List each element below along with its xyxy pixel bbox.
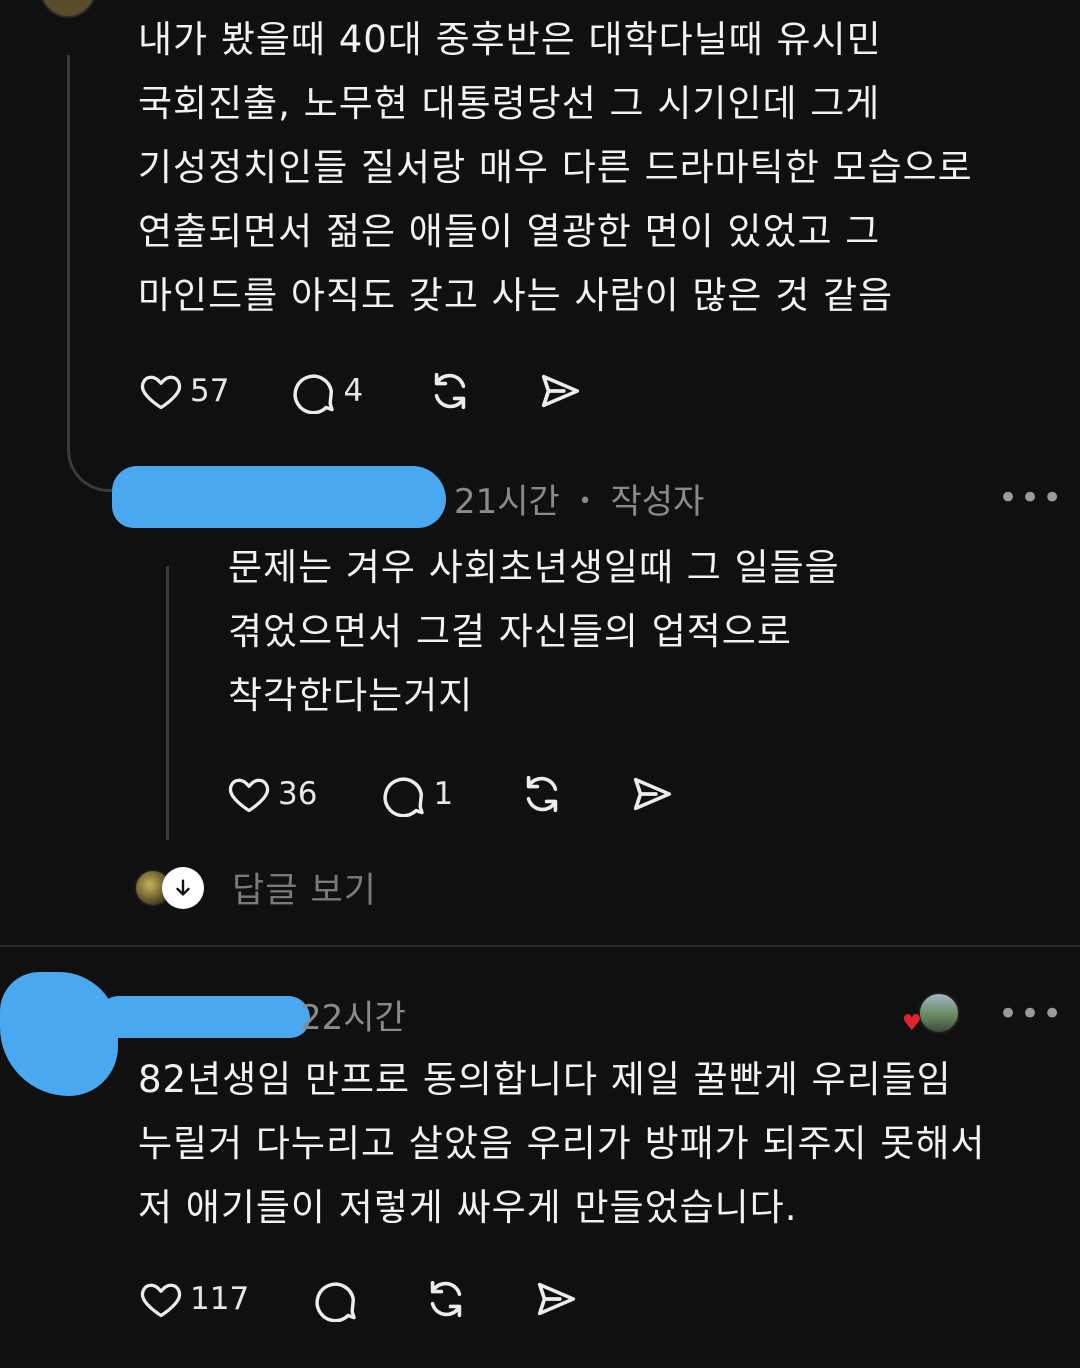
like-button[interactable]: 117 [138, 1277, 249, 1321]
comment-icon [293, 374, 335, 414]
share-button[interactable] [533, 1276, 579, 1322]
view-replies-label: 답글 보기 [232, 871, 377, 911]
post-line: 저 애기들이 저렇게 싸우게 만들었습니다. [138, 1186, 798, 1229]
share-button[interactable] [537, 368, 583, 414]
repost-button[interactable] [423, 1276, 469, 1322]
heart-icon [140, 1283, 182, 1318]
like-count: 117 [190, 1281, 250, 1317]
redacted-username [112, 466, 446, 528]
author-tag: 작성자 [610, 482, 705, 522]
like-count: 36 [278, 776, 318, 812]
repost-button[interactable] [519, 771, 565, 817]
comment-icon [383, 777, 425, 817]
post-line: 연출되면서 젊은 애들이 열광한 면이 있었고 그 [138, 210, 881, 253]
post-body: 82년생임 만프로 동의합니다 제일 꿀빤게 우리들임 누릴거 다누리고 살았음… [138, 1048, 985, 1240]
post-actions: 117 [138, 1276, 579, 1322]
reply-line: 겪었으면서 그걸 자신들의 업적으로 [228, 610, 792, 653]
comment-icon [315, 1282, 356, 1322]
reply-line: 문제는 겨우 사회초년생일때 그 일들을 [228, 546, 840, 589]
share-button[interactable] [629, 771, 675, 817]
heart-icon [228, 778, 270, 813]
reply-line: 착각한다는거지 [228, 674, 474, 717]
reply-button[interactable] [313, 1276, 359, 1322]
share-icon [538, 1282, 576, 1316]
repost-icon [430, 1280, 462, 1318]
timestamp: 21시간 [454, 482, 560, 522]
reply-button[interactable]: 1 [381, 771, 453, 817]
post-line: 내가 봤을때 40대 중후반은 대학다닐때 유시민 [138, 18, 882, 61]
more-options-button[interactable]: ••• [998, 481, 1064, 515]
redacted-username [100, 996, 310, 1038]
share-icon [542, 374, 580, 408]
post-body: 내가 봤을때 40대 중후반은 대학다닐때 유시민 국회진출, 노무현 대통령당… [138, 8, 973, 328]
reply-count: 1 [433, 776, 454, 812]
redacted-avatar [0, 972, 118, 1096]
thread-line [67, 55, 70, 445]
arrow-down-icon [162, 866, 204, 909]
like-button[interactable]: 36 [226, 772, 317, 816]
separator-dot: • [578, 489, 592, 514]
liked-by-author-avatar [918, 992, 960, 1034]
reply-meta: 21시간 • 작성자 [454, 474, 704, 523]
repost-icon [526, 775, 558, 813]
avatar[interactable] [40, 0, 96, 18]
view-replies-button[interactable]: 답글 보기 [134, 862, 377, 913]
post-line: 국회진출, 노무현 대통령당선 그 시기인데 그게 [138, 82, 881, 125]
post-actions: 57 4 [138, 368, 583, 414]
like-button[interactable]: 57 [138, 369, 229, 413]
more-options-button[interactable]: ••• [998, 997, 1064, 1031]
reply-count: 4 [343, 373, 364, 409]
heart-icon: ♥ [902, 1011, 922, 1036]
thread-line [166, 566, 169, 840]
post-line: 누릴거 다누리고 살았음 우리가 방패가 되주지 못해서 [138, 1122, 986, 1165]
reply-button[interactable]: 4 [291, 368, 363, 414]
post-line: 마인드를 아직도 갖고 사는 사람이 많은 것 같음 [138, 274, 894, 317]
thread-curve [67, 440, 117, 492]
repost-icon [434, 372, 466, 410]
share-icon [634, 777, 672, 811]
reply-body: 문제는 겨우 사회초년생일때 그 일들을 겪었으면서 그걸 자신들의 업적으로 … [228, 536, 840, 728]
divider [0, 945, 1080, 947]
like-count: 57 [190, 373, 230, 409]
post-line: 82년생임 만프로 동의합니다 제일 꿀빤게 우리들임 [138, 1058, 952, 1101]
timestamp: 22시간 [300, 998, 406, 1038]
reply-actions: 36 1 [226, 771, 675, 817]
post-line: 기성정치인들 질서랑 매우 다른 드라마틱한 모습으로 [138, 146, 973, 189]
heart-icon [140, 375, 182, 410]
repost-button[interactable] [427, 368, 473, 414]
